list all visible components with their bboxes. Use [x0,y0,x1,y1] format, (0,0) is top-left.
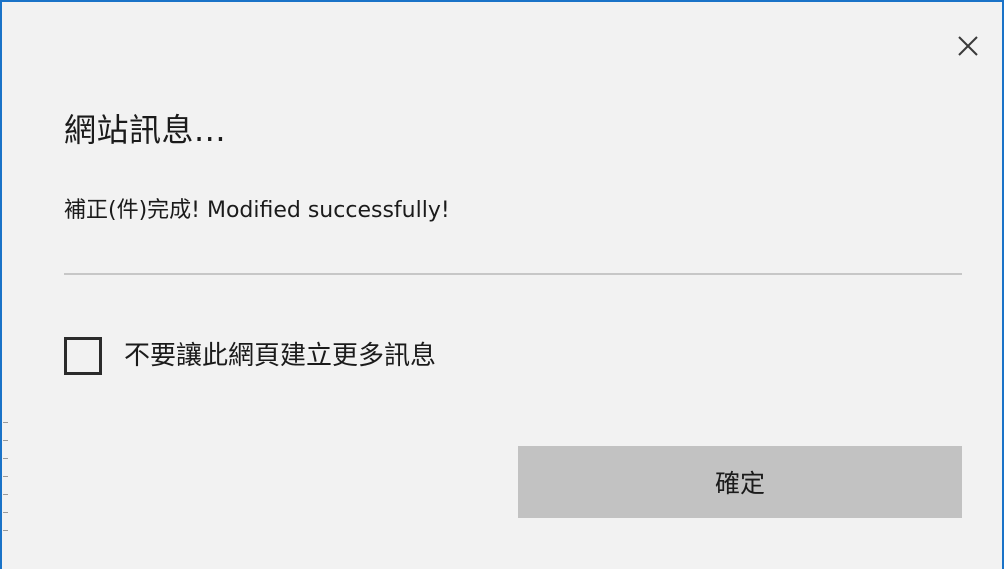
close-button[interactable] [950,28,986,64]
ok-button[interactable]: 確定 [518,446,962,518]
block-messages-checkbox-row[interactable]: 不要讓此網頁建立更多訊息 [64,334,436,378]
divider [64,273,962,275]
dialog-message: 補正(件)完成! Modified successfully! [64,198,450,223]
site-message-dialog: 網站訊息... 補正(件)完成! Modified successfully! … [0,0,1004,569]
background-page-edge [2,422,10,532]
dialog-title: 網站訊息... [64,111,227,149]
close-icon [958,36,978,56]
block-messages-checkbox[interactable] [64,337,102,375]
block-messages-checkbox-label[interactable]: 不要讓此網頁建立更多訊息 [124,338,436,374]
